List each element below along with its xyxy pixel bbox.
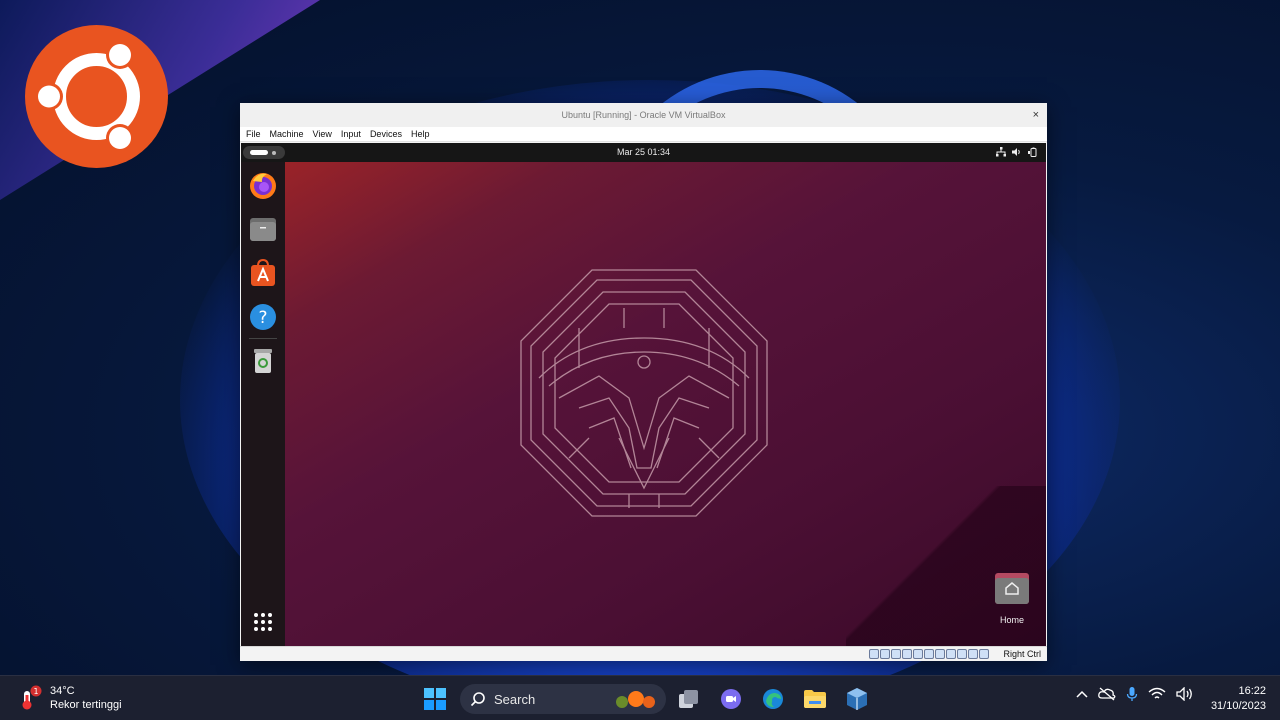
menu-file[interactable]: File xyxy=(246,129,261,139)
task-view-icon xyxy=(679,690,698,708)
windows-logo-icon xyxy=(424,688,446,710)
chevron-up-icon[interactable] xyxy=(1076,689,1088,699)
network-adapter-icon[interactable] xyxy=(902,649,912,659)
wallpaper-maze-emblem xyxy=(520,269,768,517)
task-view-button[interactable] xyxy=(672,682,706,716)
close-button[interactable]: × xyxy=(1033,103,1039,127)
guest-screen[interactable]: Mar 25 01:34 ? Home xyxy=(241,143,1046,646)
weather-widget[interactable]: 1 34°C Rekor tertinggi xyxy=(20,684,122,712)
help-icon[interactable]: ? xyxy=(247,301,279,333)
folder-icon xyxy=(804,690,826,708)
windows-taskbar: 1 34°C Rekor tertinggi Search 16:22 31/1… xyxy=(0,675,1280,720)
home-label: Home xyxy=(999,615,1024,625)
guest-clock[interactable]: Mar 25 01:34 xyxy=(241,143,1046,162)
audio-icon[interactable] xyxy=(891,649,901,659)
onedrive-offline-icon[interactable] xyxy=(1098,687,1116,701)
menu-bar: File Machine View Input Devices Help xyxy=(240,127,1047,142)
network-icon xyxy=(996,147,1006,157)
system-tray xyxy=(1076,686,1194,702)
power-icon xyxy=(1028,147,1037,157)
svg-text:?: ? xyxy=(258,308,267,328)
virtualbox-taskbar-button[interactable] xyxy=(840,682,874,716)
thermometer-icon: 1 xyxy=(22,685,42,710)
menu-devices[interactable]: Devices xyxy=(370,129,402,139)
weather-subtitle: Rekor tertinggi xyxy=(50,699,122,711)
mouse-integration-icon[interactable] xyxy=(968,649,978,659)
search-icon xyxy=(470,692,485,707)
gnome-top-bar: Mar 25 01:34 xyxy=(241,143,1046,162)
search-highlight-icon xyxy=(616,691,655,708)
usb-icon[interactable] xyxy=(913,649,923,659)
file-explorer-button[interactable] xyxy=(798,682,832,716)
edge-icon xyxy=(763,689,783,709)
keyboard-icon[interactable] xyxy=(979,649,989,659)
trash-icon[interactable] xyxy=(247,345,279,377)
app-center-icon[interactable] xyxy=(247,257,279,289)
hard-disk-icon[interactable] xyxy=(869,649,879,659)
virtualbox-window[interactable]: Ubuntu [Running] - Oracle VM VirtualBox … xyxy=(240,103,1047,661)
taskbar-center: Search xyxy=(418,682,882,716)
vbox-status-bar: Right Ctrl xyxy=(240,646,1047,661)
start-button[interactable] xyxy=(418,682,452,716)
host-key-label: Right Ctrl xyxy=(1003,649,1041,659)
chat-icon xyxy=(721,689,741,709)
dock-separator xyxy=(249,338,277,339)
search-label: Search xyxy=(494,691,536,707)
show-apps-icon[interactable] xyxy=(247,606,279,638)
shared-folders-icon[interactable] xyxy=(924,649,934,659)
taskbar-time: 16:22 xyxy=(1238,685,1266,697)
cpu-icon[interactable] xyxy=(957,649,967,659)
recording-icon[interactable] xyxy=(946,649,956,659)
menu-input[interactable]: Input xyxy=(341,129,361,139)
virtualbox-icon xyxy=(847,688,867,710)
menu-machine[interactable]: Machine xyxy=(270,129,304,139)
weather-temp: 34°C xyxy=(50,685,75,697)
edge-button[interactable] xyxy=(756,682,790,716)
desktop-home-folder[interactable]: Home xyxy=(982,572,1042,625)
files-icon[interactable] xyxy=(247,213,279,245)
weather-badge: 1 xyxy=(33,687,38,696)
ubuntu-logo-icon xyxy=(25,25,168,168)
microphone-icon[interactable] xyxy=(1126,686,1138,702)
teams-chat-button[interactable] xyxy=(714,682,748,716)
menu-help[interactable]: Help xyxy=(411,129,430,139)
ubuntu-desktop[interactable]: Home xyxy=(285,162,1046,646)
menu-view[interactable]: View xyxy=(313,129,332,139)
firefox-icon[interactable] xyxy=(247,169,279,201)
window-title: Ubuntu [Running] - Oracle VM VirtualBox xyxy=(561,110,726,120)
wifi-icon[interactable] xyxy=(1148,687,1166,701)
home-folder-icon xyxy=(995,573,1029,604)
taskbar-clock[interactable]: 16:22 31/10/2023 xyxy=(1211,684,1266,714)
taskbar-search[interactable]: Search xyxy=(460,684,666,714)
volume-icon xyxy=(1012,148,1020,156)
speaker-icon[interactable] xyxy=(1176,687,1194,701)
guest-system-tray[interactable] xyxy=(996,147,1038,157)
window-titlebar[interactable]: Ubuntu [Running] - Oracle VM VirtualBox … xyxy=(240,103,1047,127)
status-indicators xyxy=(869,649,989,659)
taskbar-date: 31/10/2023 xyxy=(1210,700,1266,712)
display-icon[interactable] xyxy=(935,649,945,659)
optical-drive-icon[interactable] xyxy=(880,649,890,659)
ubuntu-dock: ? xyxy=(241,162,285,646)
